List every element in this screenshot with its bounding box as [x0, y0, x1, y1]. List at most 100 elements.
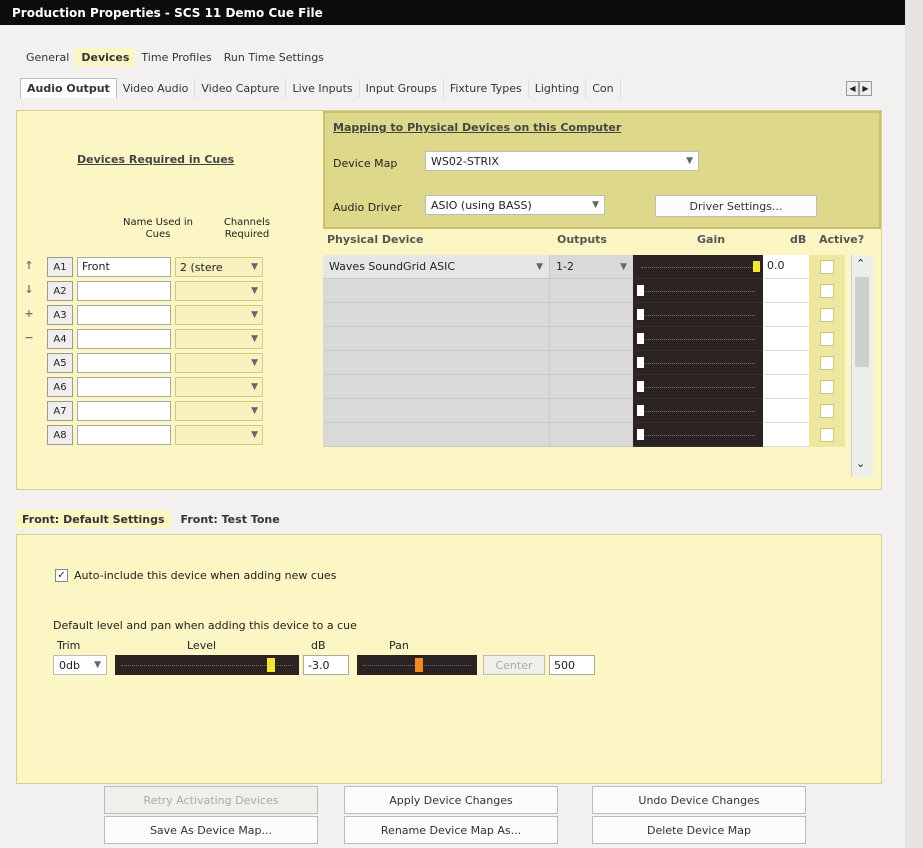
rename-device-map-button[interactable]: Rename Device Map As...: [344, 816, 558, 844]
channels-select[interactable]: ▼: [175, 353, 263, 373]
gain-slider[interactable]: [633, 327, 763, 351]
row-id[interactable]: A2: [47, 281, 73, 301]
active-checkbox[interactable]: [820, 332, 834, 346]
outputs-select[interactable]: [549, 327, 633, 351]
device-map-select[interactable]: WS02-STRIX ▼: [425, 151, 699, 171]
outputs-select[interactable]: [549, 399, 633, 423]
tab-scroll-right-icon[interactable]: ▶: [859, 81, 872, 96]
tab-fixture-types[interactable]: Fixture Types: [444, 79, 529, 98]
gain-thumb[interactable]: [637, 429, 644, 440]
physical-device-select[interactable]: [323, 399, 549, 423]
gain-thumb[interactable]: [637, 357, 644, 368]
outputs-select[interactable]: [549, 375, 633, 399]
gain-slider[interactable]: [633, 399, 763, 423]
audio-driver-select[interactable]: ASIO (using BASS) ▼: [425, 195, 605, 215]
physical-device-select[interactable]: [323, 423, 549, 447]
channels-select[interactable]: 2 (stere ▼: [175, 257, 263, 277]
undo-device-changes-button[interactable]: Undo Device Changes: [592, 786, 806, 814]
grid-scrollbar[interactable]: ⌃ ⌄: [851, 255, 873, 477]
name-input[interactable]: [77, 425, 171, 445]
level-thumb[interactable]: [267, 658, 276, 672]
row-id[interactable]: A5: [47, 353, 73, 373]
physical-device-select[interactable]: [323, 375, 549, 399]
active-checkbox[interactable]: [820, 380, 834, 394]
save-as-device-map-button[interactable]: Save As Device Map...: [104, 816, 318, 844]
outputs-select[interactable]: [549, 279, 633, 303]
outputs-select[interactable]: [549, 423, 633, 447]
gain-thumb[interactable]: [637, 333, 644, 344]
tab-time-profiles[interactable]: Time Profiles: [135, 48, 217, 67]
row-id[interactable]: A1: [47, 257, 73, 277]
active-checkbox[interactable]: [820, 404, 834, 418]
tab-input-groups[interactable]: Input Groups: [360, 79, 444, 98]
gain-slider[interactable]: [633, 351, 763, 375]
gain-thumb[interactable]: [637, 309, 644, 320]
channels-select[interactable]: ▼: [175, 425, 263, 445]
active-checkbox[interactable]: [820, 356, 834, 370]
tab-lighting[interactable]: Lighting: [529, 79, 587, 98]
channels-select[interactable]: ▼: [175, 329, 263, 349]
gain-thumb[interactable]: [637, 285, 644, 296]
active-checkbox[interactable]: [820, 428, 834, 442]
physical-device-select[interactable]: [323, 303, 549, 327]
tab-audio-output[interactable]: Audio Output: [20, 78, 117, 98]
db-input[interactable]: [763, 423, 809, 447]
gain-slider[interactable]: [633, 279, 763, 303]
gain-slider[interactable]: [633, 375, 763, 399]
scroll-down-icon[interactable]: ⌄: [856, 457, 865, 470]
tab-default-settings[interactable]: Front: Default Settings: [16, 510, 171, 529]
active-checkbox[interactable]: [820, 308, 834, 322]
db-input[interactable]: -3.0: [303, 655, 349, 675]
move-down-icon[interactable]: ↓: [21, 283, 37, 303]
delete-device-map-button[interactable]: Delete Device Map: [592, 816, 806, 844]
center-button[interactable]: Center: [483, 655, 545, 675]
level-slider[interactable]: [115, 655, 299, 675]
tab-test-tone[interactable]: Front: Test Tone: [175, 510, 286, 529]
scroll-thumb[interactable]: [855, 277, 869, 367]
gain-thumb[interactable]: [637, 381, 644, 392]
tab-video-capture[interactable]: Video Capture: [195, 79, 287, 98]
gain-slider[interactable]: [633, 423, 763, 447]
db-input[interactable]: [763, 327, 809, 351]
physical-device-select[interactable]: [323, 351, 549, 375]
db-input[interactable]: [763, 399, 809, 423]
retry-activating-button[interactable]: Retry Activating Devices: [104, 786, 318, 814]
name-input[interactable]: [77, 377, 171, 397]
physical-device-select[interactable]: [323, 279, 549, 303]
gain-slider[interactable]: [633, 255, 763, 279]
active-checkbox[interactable]: [820, 284, 834, 298]
tab-scroll-left-icon[interactable]: ◀: [846, 81, 859, 96]
db-input[interactable]: [763, 303, 809, 327]
pan-input[interactable]: 500: [549, 655, 595, 675]
db-input[interactable]: 0.0: [763, 255, 809, 279]
outputs-select[interactable]: [549, 303, 633, 327]
outputs-select[interactable]: 1-2 ▼: [549, 255, 633, 279]
name-input[interactable]: [77, 353, 171, 373]
tab-video-audio[interactable]: Video Audio: [117, 79, 196, 98]
channels-select[interactable]: ▼: [175, 281, 263, 301]
db-input[interactable]: [763, 351, 809, 375]
name-input[interactable]: [77, 305, 171, 325]
row-id[interactable]: A8: [47, 425, 73, 445]
physical-device-select[interactable]: Waves SoundGrid ASIC ▼: [323, 255, 549, 279]
db-input[interactable]: [763, 375, 809, 399]
scroll-up-icon[interactable]: ⌃: [856, 257, 865, 270]
tab-devices[interactable]: Devices: [75, 48, 136, 67]
row-id[interactable]: A4: [47, 329, 73, 349]
physical-device-select[interactable]: [323, 327, 549, 351]
row-id[interactable]: A6: [47, 377, 73, 397]
pan-slider[interactable]: [357, 655, 477, 675]
driver-settings-button[interactable]: Driver Settings...: [655, 195, 817, 217]
outputs-select[interactable]: [549, 351, 633, 375]
row-id[interactable]: A7: [47, 401, 73, 421]
active-checkbox[interactable]: [820, 260, 834, 274]
db-input[interactable]: [763, 279, 809, 303]
auto-include-checkbox[interactable]: ✓: [55, 569, 68, 582]
channels-select[interactable]: ▼: [175, 305, 263, 325]
remove-row-icon[interactable]: −: [21, 331, 37, 351]
name-input[interactable]: [77, 281, 171, 301]
pan-thumb[interactable]: [415, 658, 423, 672]
name-input[interactable]: [77, 401, 171, 421]
gain-slider[interactable]: [633, 303, 763, 327]
add-row-icon[interactable]: +: [21, 307, 37, 327]
